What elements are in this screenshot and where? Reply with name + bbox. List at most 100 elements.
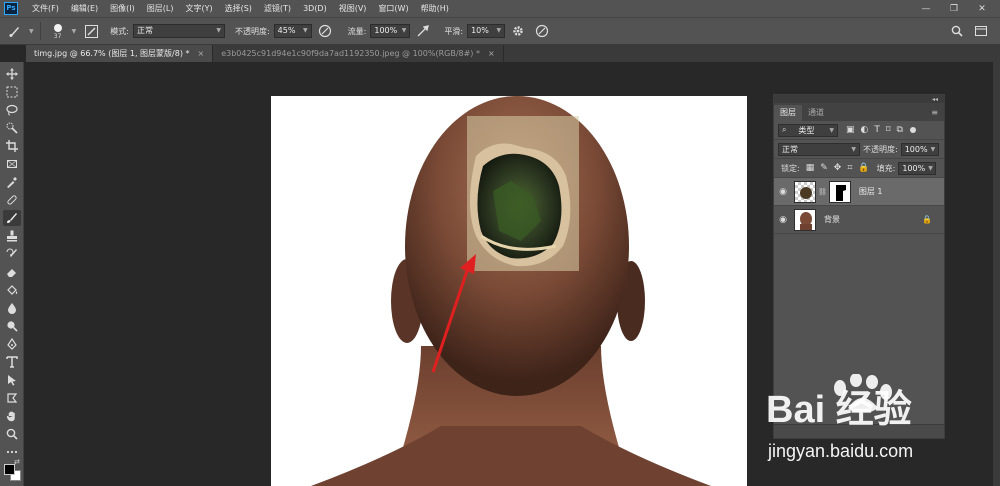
brush-settings-panel-icon[interactable] bbox=[84, 24, 98, 38]
frame-icon[interactable] bbox=[3, 156, 21, 172]
quick-select-icon[interactable] bbox=[3, 120, 21, 136]
close-icon[interactable]: × bbox=[197, 49, 204, 58]
layer-name[interactable]: 图层 1 bbox=[859, 186, 883, 197]
blur-icon[interactable] bbox=[3, 300, 21, 316]
brush-tool-preset-icon[interactable] bbox=[8, 24, 22, 38]
zoom-icon[interactable] bbox=[3, 426, 21, 442]
collapse-icon[interactable]: ◂◂ bbox=[932, 96, 938, 103]
lock-artboard-icon[interactable]: ⌗ bbox=[847, 163, 852, 173]
pixel-filter-icon[interactable]: ▣ bbox=[846, 125, 855, 135]
menu-layer[interactable]: 图层(L) bbox=[141, 3, 180, 14]
menu-type[interactable]: 文字(Y) bbox=[179, 3, 218, 14]
layer-filter-select[interactable]: ⌕ 类型 ▼ bbox=[778, 123, 838, 137]
stamp-icon[interactable] bbox=[3, 228, 21, 244]
smart-object-filter-icon[interactable]: ⧉ bbox=[897, 125, 903, 135]
menu-window[interactable]: 窗口(W) bbox=[372, 3, 414, 14]
panel-menu-icon[interactable]: ≡ bbox=[931, 108, 938, 117]
panel-tabs: 图层 通道 ≡ bbox=[774, 103, 944, 121]
shape-icon[interactable] bbox=[3, 390, 21, 406]
type-filter-icon[interactable]: T bbox=[874, 125, 880, 135]
lock-position-icon[interactable]: ✥ bbox=[834, 163, 842, 173]
fill-input[interactable]: 100% ▼ bbox=[898, 161, 937, 175]
menu-file[interactable]: 文件(F) bbox=[26, 3, 65, 14]
tab-layers[interactable]: 图层 bbox=[774, 105, 802, 121]
crop-icon[interactable] bbox=[3, 138, 21, 154]
brush-size-value: 37 bbox=[53, 32, 62, 40]
close-button[interactable]: ✕ bbox=[968, 4, 996, 14]
tab-label: timg.jpg @ 66.7% (图层 1, 图层蒙版/8) * bbox=[34, 49, 190, 58]
menu-view[interactable]: 视图(V) bbox=[333, 3, 373, 14]
layer-name[interactable]: 背景 bbox=[824, 214, 840, 225]
opacity-input[interactable]: 45% ▼ bbox=[273, 24, 312, 38]
filter-toggle-icon[interactable] bbox=[909, 127, 916, 133]
opacity-label: 不透明度: bbox=[863, 144, 898, 154]
search-icon[interactable] bbox=[950, 24, 964, 38]
close-icon[interactable]: × bbox=[488, 49, 495, 58]
eye-icon[interactable]: ◉ bbox=[774, 215, 792, 225]
tab-channels[interactable]: 通道 bbox=[802, 105, 830, 121]
gear-icon[interactable] bbox=[511, 24, 525, 38]
eraser-icon[interactable] bbox=[3, 264, 21, 280]
brush-tip-icon bbox=[53, 23, 62, 32]
lock-icon: 🔒 bbox=[922, 215, 932, 224]
smooth-input[interactable]: 10% ▼ bbox=[467, 24, 506, 38]
history-brush-icon[interactable] bbox=[3, 246, 21, 262]
menu-help[interactable]: 帮助(H) bbox=[415, 3, 455, 14]
lasso-icon[interactable] bbox=[3, 102, 21, 118]
flow-value: 100% bbox=[374, 26, 398, 35]
workspace-icon[interactable] bbox=[974, 24, 988, 38]
pressure-size-icon[interactable] bbox=[535, 24, 549, 38]
layer-row-background[interactable]: ◉ 背景 🔒 bbox=[774, 206, 944, 234]
airbrush-icon[interactable] bbox=[416, 24, 430, 38]
layer-mask-thumbnail[interactable] bbox=[828, 180, 851, 203]
link-icon[interactable]: ⛓ bbox=[818, 188, 827, 196]
lock-pixels-icon[interactable]: ✎ bbox=[820, 163, 828, 173]
lock-label: 锁定: bbox=[781, 163, 800, 173]
adjustment-filter-icon[interactable]: ◐ bbox=[861, 125, 869, 135]
panel-collapse-bar[interactable]: ◂◂ bbox=[774, 95, 944, 103]
tab-timg[interactable]: timg.jpg @ 66.7% (图层 1, 图层蒙版/8) * × bbox=[26, 45, 214, 62]
smooth-label: 平滑: bbox=[444, 26, 464, 36]
minimize-button[interactable]: — bbox=[912, 4, 940, 14]
pressure-opacity-icon[interactable] bbox=[318, 24, 332, 38]
foreground-color-swatch[interactable] bbox=[4, 464, 15, 475]
layer-thumbnail bbox=[794, 208, 816, 231]
chevron-down-icon[interactable]: ▼ bbox=[29, 28, 34, 35]
healing-icon[interactable] bbox=[3, 192, 21, 208]
eye-icon[interactable]: ◉ bbox=[774, 187, 792, 197]
layer-row-layer1[interactable]: ◉ ⛓ 图层 1 bbox=[774, 178, 944, 206]
menu-3d[interactable]: 3D(D) bbox=[297, 4, 333, 13]
head-photo-image bbox=[311, 96, 711, 486]
hand-icon[interactable] bbox=[3, 408, 21, 424]
lock-transparent-icon[interactable]: ▦ bbox=[806, 163, 815, 173]
lock-all-icon[interactable]: 🔒 bbox=[858, 163, 869, 173]
flow-label: 流量: bbox=[347, 26, 367, 36]
marquee-icon[interactable] bbox=[3, 84, 21, 100]
flow-input[interactable]: 100% ▼ bbox=[370, 24, 411, 38]
restore-button[interactable]: ❐ bbox=[940, 4, 968, 14]
mode-select[interactable]: 正常 ▼ bbox=[132, 24, 225, 38]
document-canvas[interactable] bbox=[271, 96, 747, 486]
type-icon[interactable] bbox=[3, 354, 21, 370]
menu-filter[interactable]: 滤镜(T) bbox=[258, 3, 297, 14]
dodge-icon[interactable] bbox=[3, 318, 21, 334]
fill-label: 填充: bbox=[876, 163, 896, 173]
layer-opacity-input[interactable]: 100% ▼ bbox=[900, 142, 939, 156]
menu-image[interactable]: 图像(I) bbox=[104, 3, 141, 14]
watermark-brand: Bai 经验 bbox=[766, 389, 912, 431]
brush-icon[interactable] bbox=[3, 210, 21, 226]
chevron-down-icon[interactable]: ▼ bbox=[72, 28, 77, 35]
menu-edit[interactable]: 编辑(E) bbox=[65, 3, 104, 14]
blend-mode-select[interactable]: 正常 ▼ bbox=[778, 142, 860, 156]
move-icon[interactable] bbox=[3, 66, 21, 82]
menu-select[interactable]: 选择(S) bbox=[219, 3, 258, 14]
shape-filter-icon[interactable]: ⌑ bbox=[886, 125, 891, 135]
tab-jpeg[interactable]: e3b0425c91d94e1c90f9da7ad1192350.jpeg @ … bbox=[213, 45, 504, 62]
path-select-icon[interactable] bbox=[3, 372, 21, 388]
paint-bucket-icon[interactable] bbox=[3, 282, 21, 298]
photoshop-window: Ps 文件(F) 编辑(E) 图像(I) 图层(L) 文字(Y) 选择(S) 滤… bbox=[0, 0, 1000, 486]
pen-icon[interactable] bbox=[3, 336, 21, 352]
brush-size-picker[interactable]: 37 bbox=[47, 19, 69, 43]
eyedropper-icon[interactable] bbox=[3, 174, 21, 190]
color-swatches[interactable]: ⇄ bbox=[2, 458, 22, 486]
